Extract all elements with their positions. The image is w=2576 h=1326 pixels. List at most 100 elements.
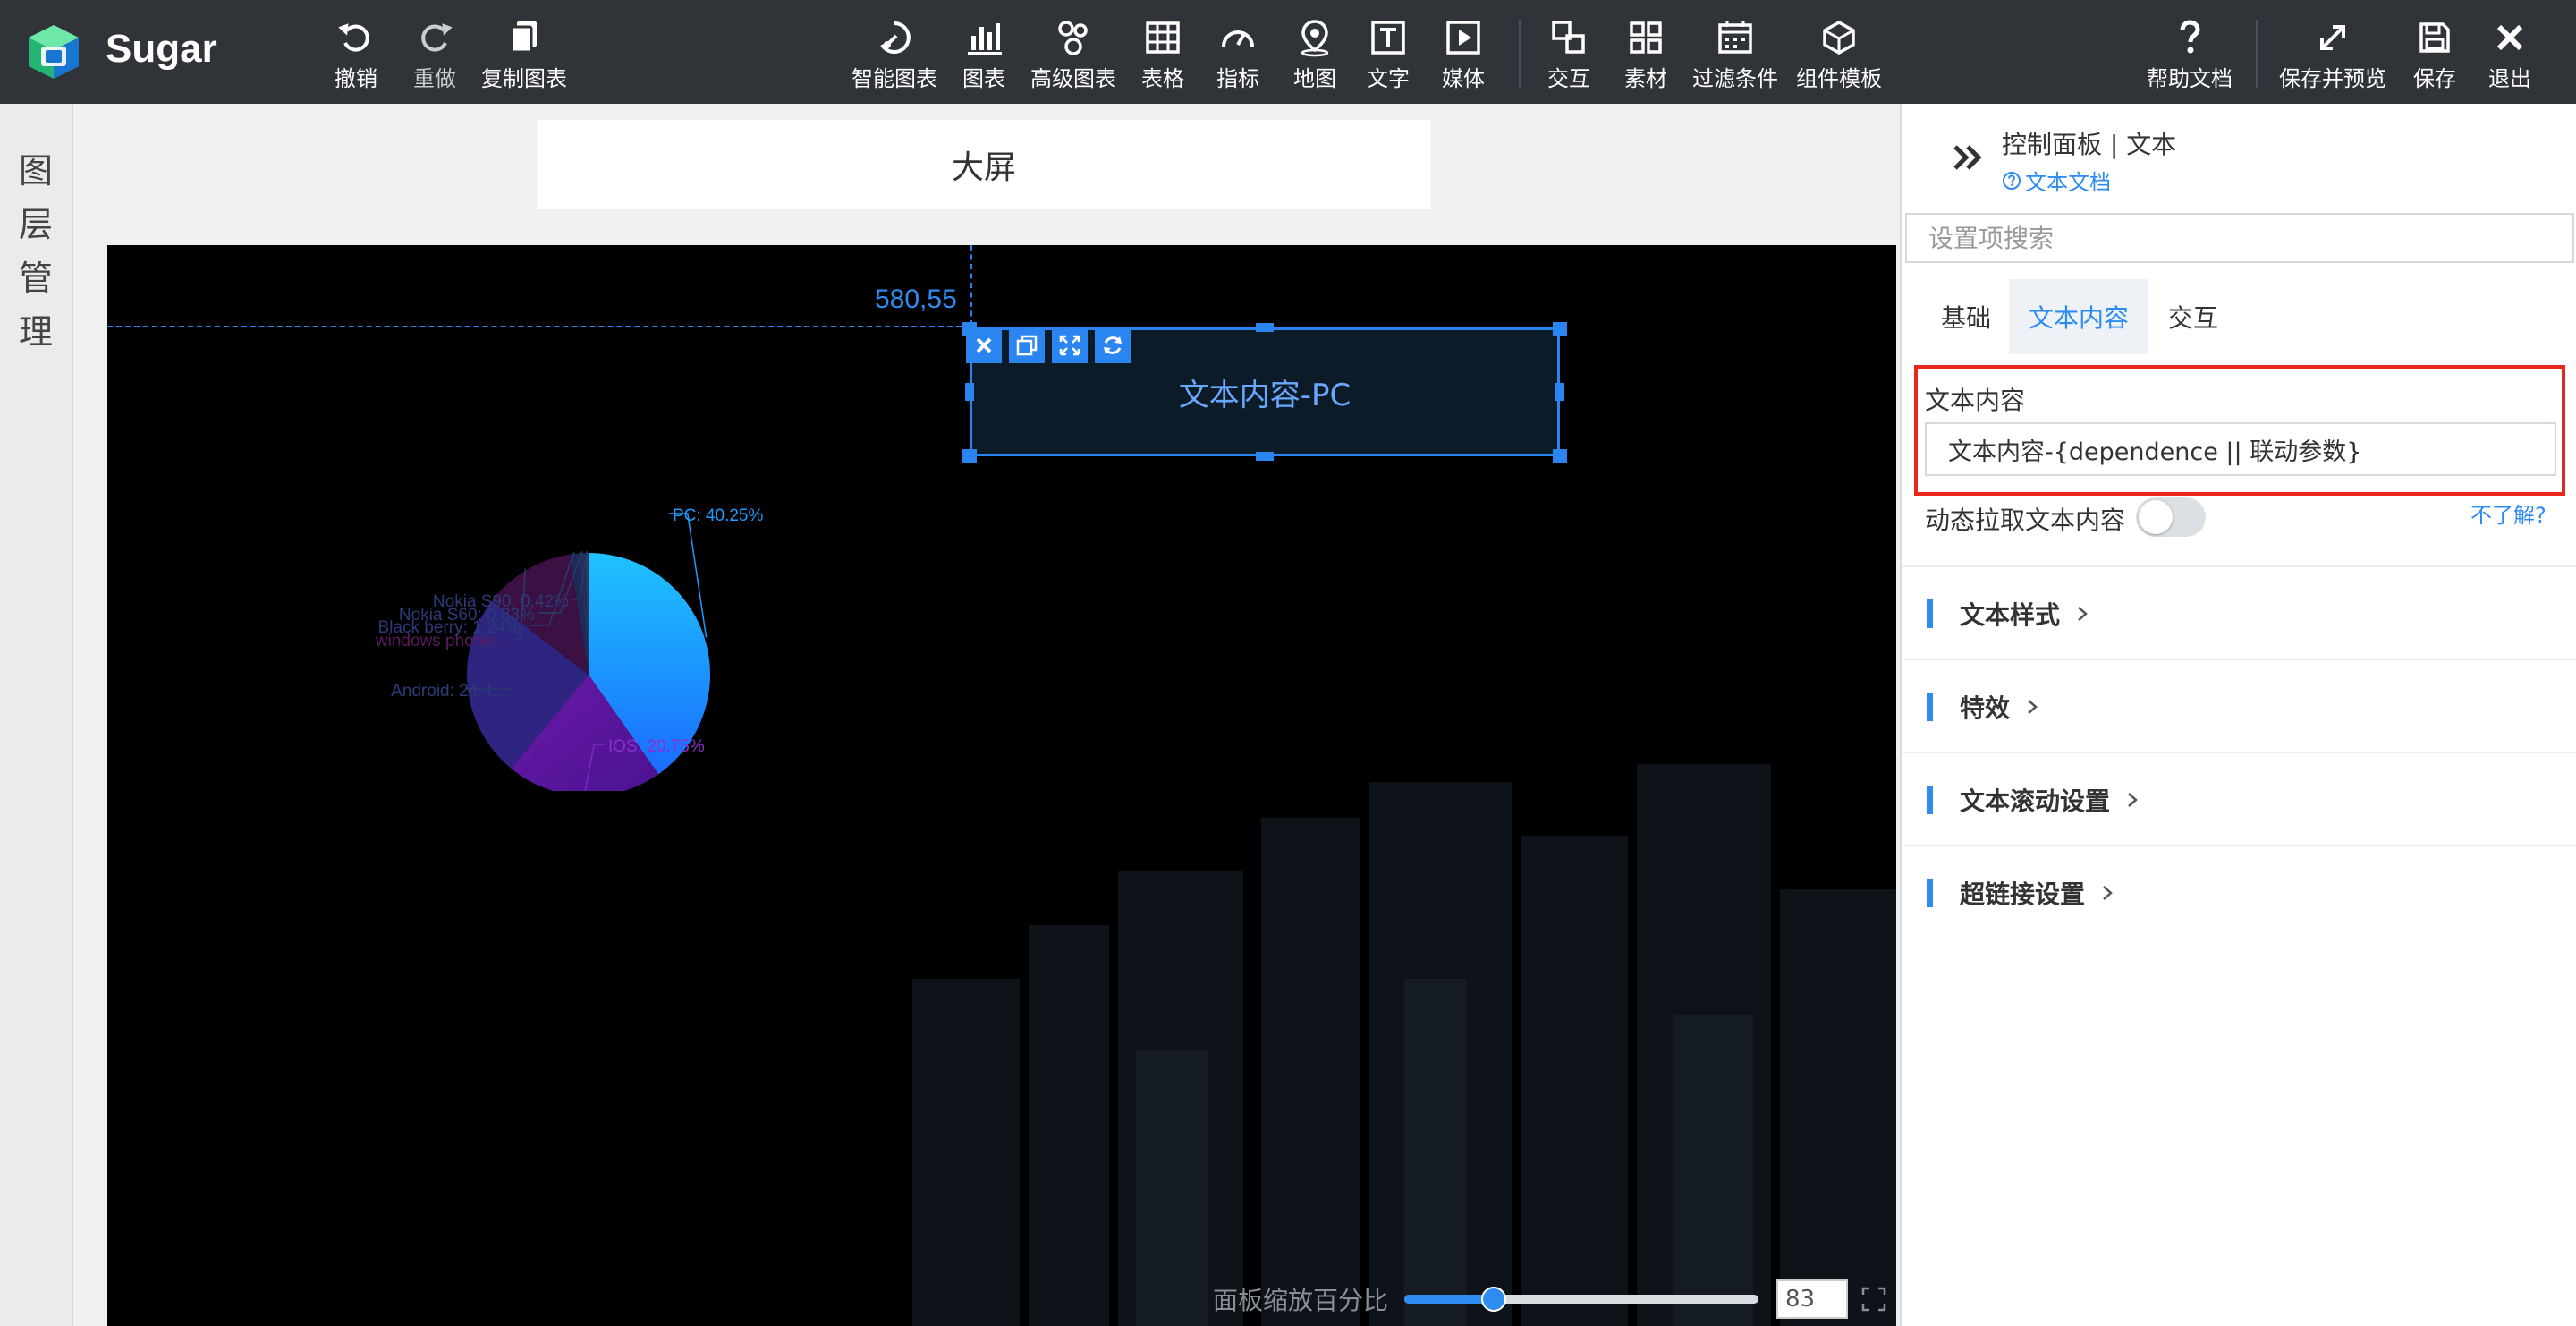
grid-icon: [1630, 21, 1662, 54]
component-toolbar: [966, 327, 1131, 363]
resize-handle[interactable]: [1553, 322, 1567, 336]
toolbar-separator: [2256, 20, 2258, 88]
settings-search-input[interactable]: [1905, 213, 2574, 263]
control-panel: 控制面板 | 文本 文本文档 基础 文本内容 交互 文本内容 动态拉取文本内容 …: [1900, 104, 2576, 1326]
advanced-chart-icon: [1058, 21, 1088, 55]
text-content-input[interactable]: [1925, 422, 2556, 476]
screen-canvas[interactable]: 580,55 PC: 40.25% IOS: 20.75% Android: 24.…: [107, 245, 1896, 1326]
section-title: 文本滚动设置: [1960, 786, 2111, 816]
screen-title[interactable]: 大屏: [537, 120, 1431, 209]
redo-icon: [421, 23, 453, 52]
layer-rail-char: 管: [18, 259, 53, 298]
position-readout: 580,55: [875, 285, 957, 314]
section-accent-bar: [1927, 879, 1933, 907]
zoom-slider-thumb[interactable]: [1480, 1287, 1506, 1312]
section-text-style[interactable]: 文本样式: [1902, 565, 2576, 660]
toolbar-smart-chart[interactable]: 智能图表: [852, 16, 937, 93]
smart-chart-icon: [880, 21, 911, 54]
toolbar-chart[interactable]: 图表: [962, 16, 1005, 93]
app-title: Sugar: [106, 27, 217, 71]
duplicate-component-button[interactable]: [1009, 327, 1045, 363]
help-link[interactable]: 不了解?: [2470, 497, 2546, 529]
tab-text-content[interactable]: 文本内容: [2009, 279, 2149, 354]
dynamic-text-toggle[interactable]: [2136, 497, 2206, 537]
pie-slice-label: PC: 40.25%: [673, 506, 763, 525]
redo-button[interactable]: 重做: [413, 16, 456, 93]
toolbar-advanced-chart[interactable]: 高级图表: [1030, 16, 1116, 93]
toolbar-filter[interactable]: 过滤条件: [1692, 16, 1778, 93]
pie-chart-component[interactable]: PC: 40.25%IOS: 20.75%Android: 24.4...win…: [268, 379, 930, 791]
section-accent-bar: [1927, 693, 1933, 721]
calendar-icon: [1718, 21, 1752, 54]
section-hyperlink[interactable]: 超链接设置: [1902, 845, 2576, 939]
text-docs-link-label: 文本文档: [2025, 170, 2111, 195]
text-docs-link[interactable]: 文本文档: [2002, 165, 2111, 196]
media-play-icon: [1446, 21, 1480, 55]
save-button[interactable]: 保存: [2413, 16, 2456, 93]
horizontal-guide-line: [107, 326, 970, 327]
toolbar-interaction[interactable]: 交互: [1547, 16, 1590, 93]
chevron-right-icon: [2103, 886, 2113, 900]
zoom-label: 面板缩放百分比: [1213, 1286, 1389, 1315]
help-docs-button[interactable]: 帮助文档: [2147, 16, 2233, 93]
chevron-right-icon: [2128, 793, 2138, 807]
pie-slice-label: IOS: 20.75%: [608, 737, 705, 756]
tab-interaction[interactable]: 交互: [2148, 279, 2238, 354]
top-toolbar: Sugar 撤销 重做 复制图表 智能图表 图表 高级图表 表格 指标 地图 文…: [0, 0, 2576, 104]
help-circle-icon: [2003, 171, 2021, 190]
zoom-input[interactable]: [1776, 1279, 1849, 1319]
layer-rail-char: 层: [18, 205, 53, 244]
resize-handle[interactable]: [1553, 449, 1567, 463]
layer-management-tab[interactable]: 图 层 管 理: [0, 104, 73, 1326]
resize-handle[interactable]: [965, 383, 974, 401]
section-text-scroll[interactable]: 文本滚动设置: [1902, 752, 2576, 846]
section-title: 特效: [1960, 693, 2011, 723]
resize-handle[interactable]: [1256, 452, 1274, 461]
save-disk-icon: [2419, 22, 2450, 53]
toolbar-media[interactable]: 媒体: [1442, 16, 1485, 93]
panel-tabs: 基础 文本内容 交互: [1902, 279, 2238, 354]
vertical-guide-line: [970, 245, 972, 326]
map-pin-icon: [1301, 20, 1329, 57]
pie-slice-label: Nokia S90: 0.42%: [433, 592, 569, 611]
toolbar-material[interactable]: 素材: [1624, 16, 1667, 93]
toolbar-map[interactable]: 地图: [1293, 16, 1336, 93]
toolbar-text[interactable]: 文字: [1367, 16, 1410, 93]
zoom-slider[interactable]: [1404, 1287, 1759, 1312]
toggle-knob: [2139, 500, 2173, 534]
copy-icon: [1016, 335, 1038, 356]
copy-icon: [510, 21, 537, 54]
save-and-preview-button[interactable]: 保存并预览: [2279, 16, 2386, 93]
zoom-control: 面板缩放百分比: [1213, 1279, 1887, 1319]
resize-handle[interactable]: [1555, 383, 1564, 401]
chevron-right-icon: [2078, 607, 2088, 621]
pie-slice-label: Android: 24.4...: [391, 682, 506, 701]
section-accent-bar: [1927, 786, 1933, 814]
gauge-icon: [1222, 30, 1254, 47]
undo-button[interactable]: 撤销: [335, 16, 377, 93]
interaction-icon: [1552, 21, 1585, 54]
tab-basic[interactable]: 基础: [1902, 279, 2009, 354]
resize-handle[interactable]: [962, 449, 977, 463]
toolbar-indicator[interactable]: 指标: [1216, 16, 1259, 93]
fullscreen-icon[interactable]: [1860, 1286, 1887, 1313]
fullscreen-component-button[interactable]: [1052, 327, 1088, 363]
double-chevron-right-icon[interactable]: [1946, 136, 1989, 179]
close-icon: [2496, 24, 2523, 51]
toolbar-table[interactable]: 表格: [1141, 16, 1184, 93]
undo-icon: [338, 23, 369, 52]
exit-button[interactable]: 退出: [2488, 16, 2531, 93]
toolbar-template[interactable]: 组件模板: [1796, 16, 1882, 93]
delete-component-button[interactable]: [966, 327, 1002, 363]
refresh-component-button[interactable]: [1095, 327, 1131, 363]
text-content-label: 文本内容: [1925, 386, 2026, 415]
section-title: 文本样式: [1960, 600, 2061, 630]
chevron-right-icon: [2028, 700, 2038, 714]
section-effects[interactable]: 特效: [1902, 659, 2576, 753]
copy-chart-button[interactable]: 复制图表: [481, 16, 567, 93]
zoom-slider-fill: [1404, 1295, 1494, 1304]
resize-handle[interactable]: [1256, 323, 1274, 332]
refresh-icon: [1104, 336, 1122, 354]
table-icon: [1146, 21, 1180, 54]
layer-rail-char: 图: [18, 151, 53, 191]
